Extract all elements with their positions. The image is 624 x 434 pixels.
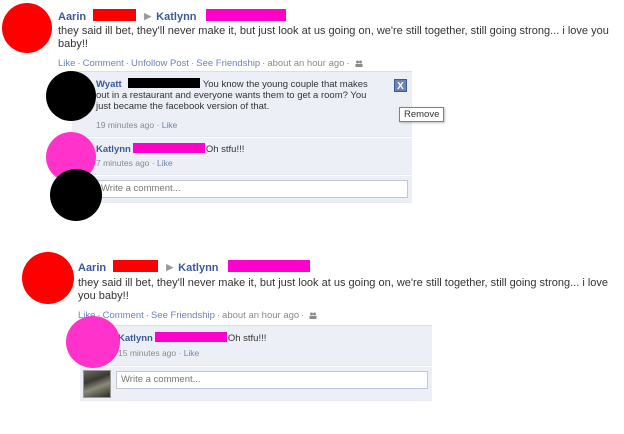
user-photo-avatar[interactable] xyxy=(83,370,111,398)
post-actions: Like · Comment · See Friendship · about an hou… xyxy=(78,310,317,321)
comment-author[interactable]: Katlynn xyxy=(118,333,153,344)
post-timestamp[interactable]: about an hour ago xyxy=(222,310,299,321)
post-message: they said ill bet, they'll never make it… xyxy=(78,277,609,302)
aarin-avatar[interactable] xyxy=(22,252,74,304)
katlynn-avatar[interactable] xyxy=(66,316,120,368)
comment-body: Katlynn Oh stfu!!! xyxy=(118,332,418,344)
comment-time[interactable]: 15 minutes ago xyxy=(118,348,176,358)
see-friendship-link[interactable]: See Friendship xyxy=(196,58,260,69)
write-comment-row: Write a comment... xyxy=(72,176,412,203)
arrow-icon: ▶ xyxy=(166,262,174,272)
post-message: they said ill bet, they'll never make it… xyxy=(58,25,609,50)
comment-link[interactable]: Comment xyxy=(103,310,144,321)
comment-meta: 15 minutes ago · Like xyxy=(118,348,200,358)
redaction-bar xyxy=(132,143,205,153)
arrow-icon: ▶ xyxy=(144,11,152,21)
redaction-bar xyxy=(227,260,310,272)
comment-time[interactable]: 19 minutes ago xyxy=(96,120,154,130)
post-timestamp[interactable]: about an hour ago xyxy=(267,58,344,69)
wyatt-avatar[interactable] xyxy=(46,71,96,121)
like-link[interactable]: Like xyxy=(58,58,75,69)
comment-text: Oh stfu!!! xyxy=(205,144,245,155)
comment-link[interactable]: Comment xyxy=(83,58,124,69)
post-header: Aarin ▶ Katlynn xyxy=(78,260,310,274)
remove-tooltip: Remove xyxy=(399,107,445,122)
comment-time[interactable]: 7 minutes ago xyxy=(96,158,149,168)
comment-meta: 7 minutes ago · Like xyxy=(96,158,173,168)
redaction-bar xyxy=(205,9,286,21)
aarin-avatar[interactable] xyxy=(2,3,52,53)
friends-icon xyxy=(309,311,317,319)
comment-body: Katlynn Oh stfu!!! xyxy=(96,143,396,155)
comment-like-link[interactable]: Like xyxy=(162,120,178,130)
write-comment-input[interactable]: Write a comment... xyxy=(116,371,428,389)
comment-katlynn: Katlynn Oh stfu!!! 15 minutes ago · Like xyxy=(80,326,432,366)
comment-meta: 19 minutes ago · Like xyxy=(96,120,178,130)
close-icon[interactable]: X xyxy=(394,79,407,92)
comment-like-link[interactable]: Like xyxy=(157,158,173,168)
author-link[interactable]: Aarin xyxy=(78,262,106,274)
comment-body: Wyatt You know the young couple that mak… xyxy=(96,78,381,112)
post-1: Aarin ▶ Katlynn they said ill bet, they'l… xyxy=(0,0,624,225)
comment-author[interactable]: Wyatt xyxy=(96,79,122,90)
recipient-link[interactable]: Katlynn xyxy=(178,262,218,274)
see-friendship-link[interactable]: See Friendship xyxy=(151,310,215,321)
redaction-bar xyxy=(154,332,227,342)
comment-text: Oh stfu!!! xyxy=(227,333,267,344)
author-link[interactable]: Aarin xyxy=(58,11,86,23)
comment-wyatt: Wyatt You know the young couple that mak… xyxy=(72,72,412,137)
post-actions: Like · Comment · Unfollow Post · See Friendshi… xyxy=(58,58,363,69)
write-comment-input[interactable]: Write a comment... xyxy=(96,180,408,198)
recipient-link[interactable]: Katlynn xyxy=(156,11,196,23)
wyatt-avatar[interactable] xyxy=(50,169,102,221)
redaction-bar xyxy=(128,78,201,88)
comment-author[interactable]: Katlynn xyxy=(96,144,131,155)
write-comment-row: Write a comment... xyxy=(80,367,432,401)
post-2: Aarin ▶ Katlynn they said ill bet, they'l… xyxy=(0,245,624,434)
post-header: Aarin ▶ Katlynn xyxy=(58,9,286,23)
redaction-bar xyxy=(93,9,137,21)
comment-like-link[interactable]: Like xyxy=(184,348,200,358)
friends-icon xyxy=(355,59,363,67)
unfollow-post-link[interactable]: Unfollow Post xyxy=(131,58,189,69)
redaction-bar xyxy=(113,260,159,272)
comment-katlynn: Katlynn Oh stfu!!! 7 minutes ago · Like xyxy=(72,138,412,175)
